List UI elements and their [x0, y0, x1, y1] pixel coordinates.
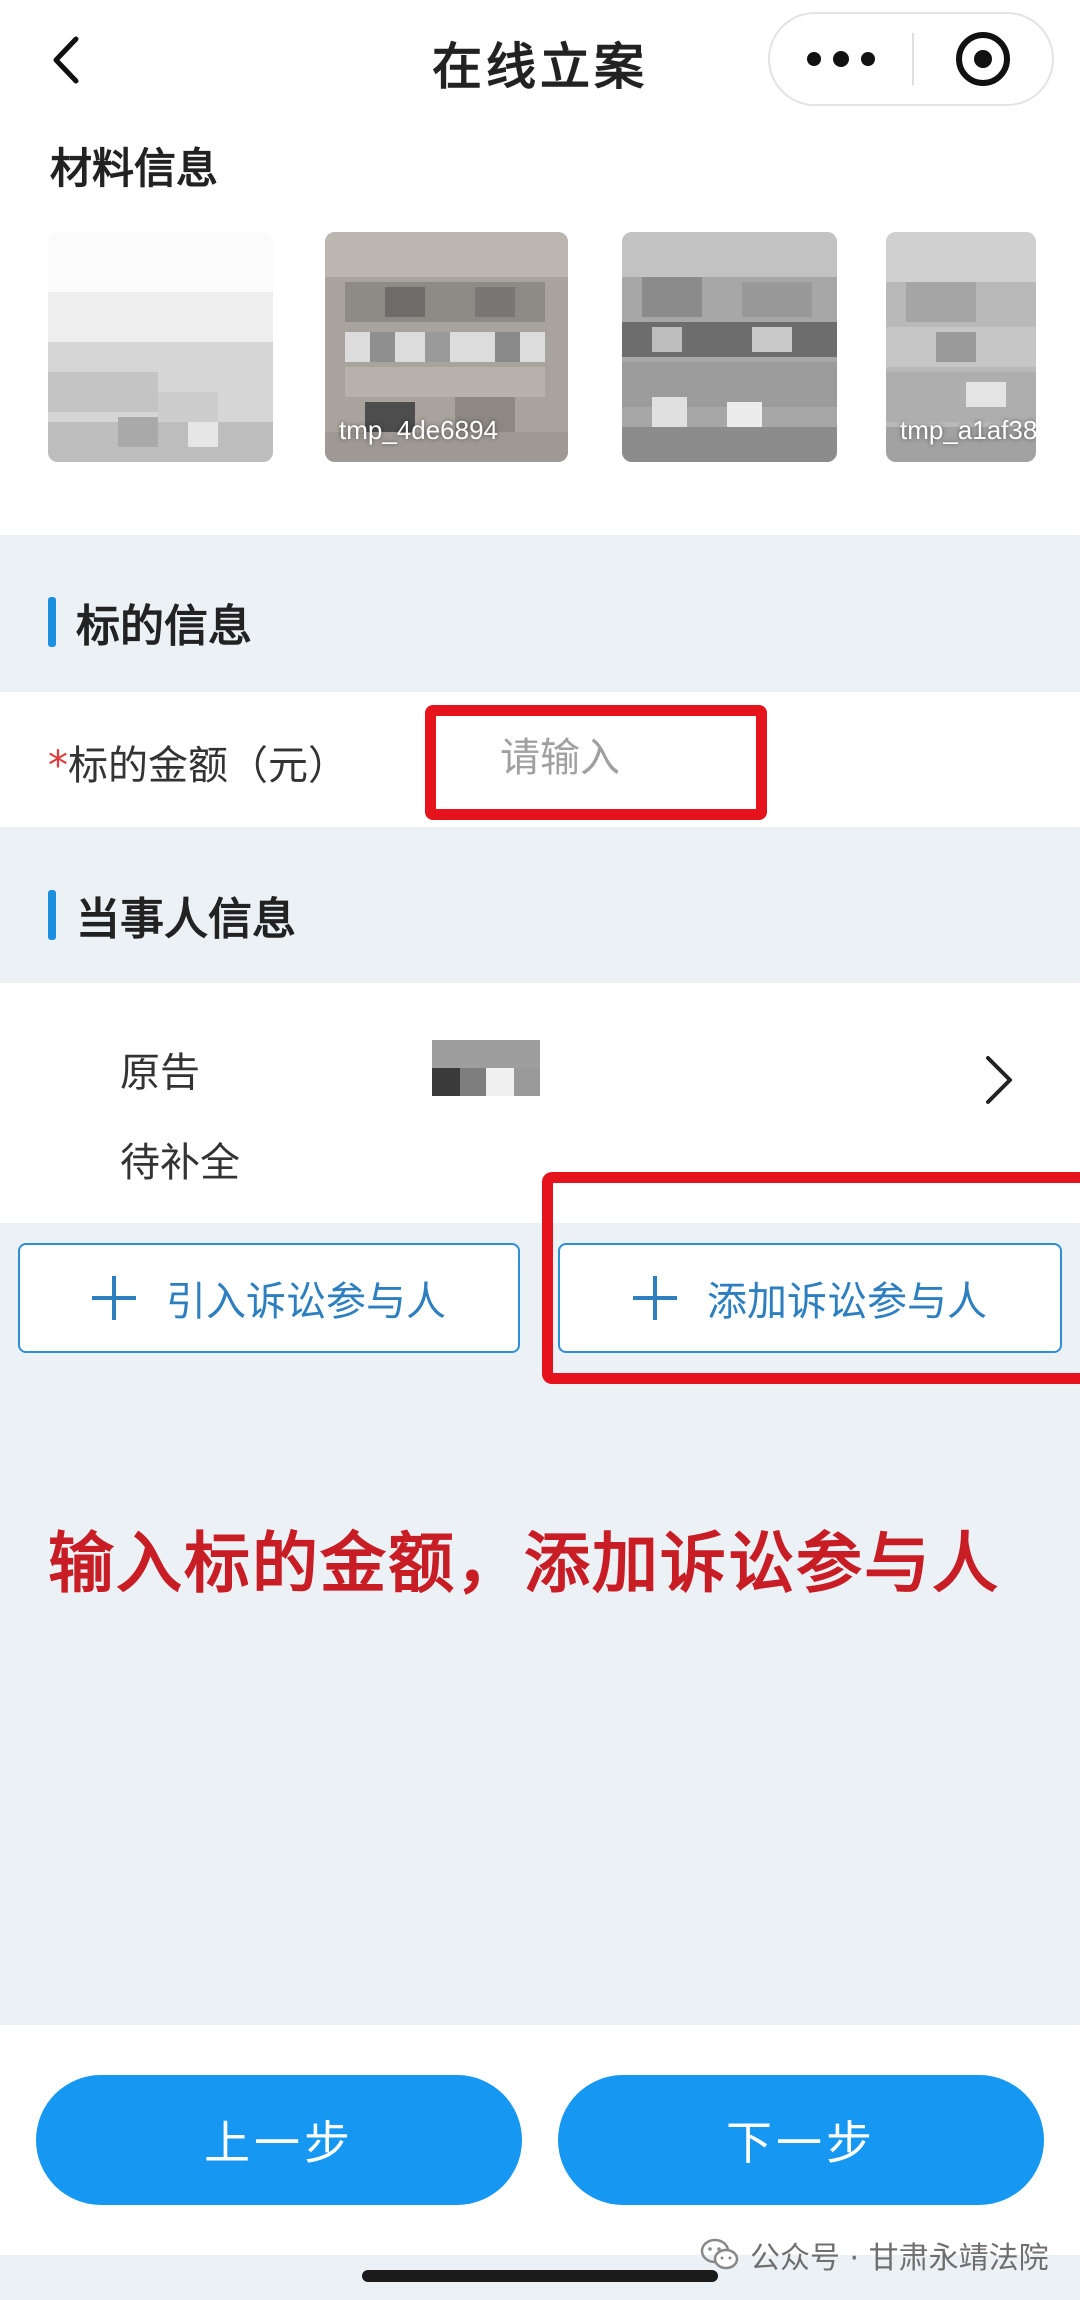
more-menu-button[interactable] [770, 14, 912, 104]
blurred-document-image [622, 232, 837, 462]
material-thumbnail[interactable] [48, 232, 273, 462]
target-icon [956, 32, 1010, 86]
subject-section-title: 标的信息 [76, 601, 252, 652]
parties-section-header: 当事人信息 [48, 885, 296, 945]
watermark: 公众号 · 甘肃永靖法院 [700, 2230, 1049, 2280]
redacted-party-name [432, 1040, 540, 1096]
chevron-left-icon [53, 36, 79, 84]
amount-label: *标的金额（元） [48, 733, 348, 791]
material-thumbnail[interactable]: tmp_4de6894 [325, 232, 568, 462]
required-mark: * [48, 743, 68, 789]
home-indicator [362, 2270, 718, 2282]
wechat-icon [700, 2238, 739, 2270]
amount-label-text: 标的金额（元） [68, 743, 348, 789]
close-mini-program-button[interactable] [914, 14, 1052, 104]
mini-program-capsule [768, 12, 1054, 106]
materials-title: 材料信息 [50, 144, 219, 193]
annotation-text: 输入标的金额，添加诉讼参与人 [48, 1525, 1000, 1602]
highlight-frame [542, 1172, 1080, 1384]
next-step-button[interactable]: 下一步 [558, 2075, 1044, 2205]
more-dots-icon [807, 52, 821, 66]
watermark-text: 公众号 · 甘肃永靖法院 [750, 2241, 1049, 2276]
party-status: 待补全 [120, 1140, 240, 1186]
prev-step-button[interactable]: 上一步 [36, 2075, 522, 2205]
highlight-frame [425, 705, 767, 820]
material-thumbnail[interactable]: tmp_a1af38 [886, 232, 1036, 462]
material-filename: tmp_a1af38 [900, 415, 1036, 445]
subject-section-header: 标的信息 [48, 592, 252, 652]
parties-section-title: 当事人信息 [76, 894, 296, 945]
material-thumbnail[interactable] [622, 232, 837, 462]
party-role: 原告 [120, 1050, 200, 1096]
section-accent-bar [48, 890, 56, 940]
chevron-right-icon[interactable] [980, 1050, 1020, 1110]
blurred-document-image [48, 232, 273, 462]
back-button[interactable] [40, 30, 90, 90]
section-accent-bar [48, 597, 56, 647]
import-participant-label: 引入诉讼参与人 [166, 1279, 446, 1325]
material-filename: tmp_4de6894 [339, 415, 499, 445]
import-participant-button[interactable]: 引入诉讼参与人 [18, 1243, 520, 1353]
plus-icon [92, 1276, 136, 1320]
